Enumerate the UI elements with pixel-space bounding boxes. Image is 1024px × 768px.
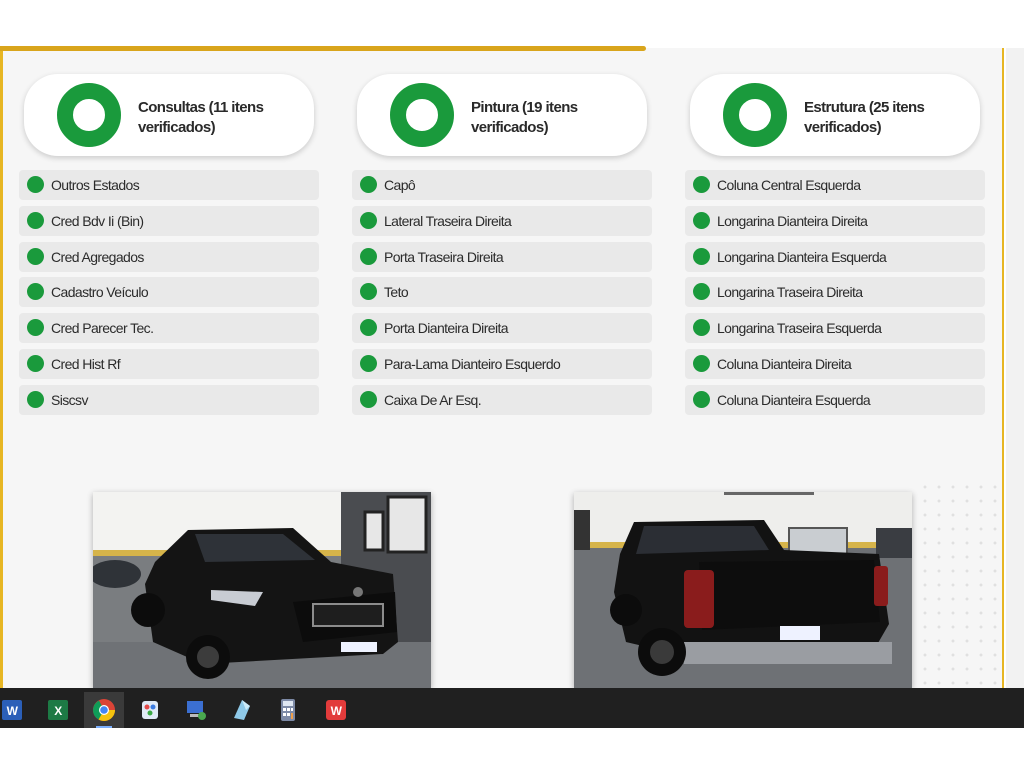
list-item: Longarina Dianteira Esquerda <box>685 241 985 272</box>
status-ok-dot <box>693 211 710 229</box>
section-header-card: Pintura (19 itens verificados) <box>357 74 647 156</box>
status-ok-dot <box>693 390 710 408</box>
excel-icon[interactable]: X <box>38 692 78 728</box>
word-icon[interactable]: W <box>0 692 32 728</box>
item-label: Teto <box>384 284 409 301</box>
item-label: Cadastro Veículo <box>51 284 149 301</box>
section-title: Consultas (11 itens verificados) <box>138 99 264 136</box>
item-label: Longarina Dianteira Direita <box>717 212 868 229</box>
wps-icon[interactable]: W <box>316 692 356 728</box>
item-label: Longarina Dianteira Esquerda <box>717 248 887 265</box>
list-item: Caixa De Ar Esq. <box>352 384 652 415</box>
status-ok-dot <box>27 247 44 265</box>
progress-donut <box>57 83 121 147</box>
progress-donut <box>723 83 787 147</box>
list-item: Coluna Dianteira Esquerda <box>685 384 985 415</box>
vehicle-photo-front[interactable] <box>93 492 431 688</box>
network-icon[interactable] <box>176 692 216 728</box>
status-ok-dot <box>693 283 710 301</box>
status-ok-dot <box>360 319 377 337</box>
list-item: Coluna Dianteira Direita <box>685 348 985 379</box>
status-ok-dot <box>360 176 377 193</box>
status-ok-dot <box>360 354 377 372</box>
item-label: Cred Parecer Tec. <box>51 320 154 337</box>
svg-text:X: X <box>54 704 62 718</box>
progress-donut <box>390 83 454 147</box>
status-ok-dot <box>27 211 44 229</box>
status-ok-dot <box>693 319 710 337</box>
item-label: Porta Traseira Direita <box>384 248 504 265</box>
item-label: Coluna Dianteira Esquerda <box>717 391 871 408</box>
snip-icon[interactable] <box>222 692 262 728</box>
list-item: Cred Agregados <box>19 241 319 272</box>
list-item: Cadastro Veículo <box>19 277 319 308</box>
status-ok-dot <box>693 176 710 193</box>
section-title: Pintura (19 itens verificados) <box>471 99 578 136</box>
list-item: Longarina Traseira Esquerda <box>685 313 985 344</box>
list-item: Lateral Traseira Direita <box>352 205 652 236</box>
bottom-band <box>0 728 1024 768</box>
vehicle-photo-rear[interactable] <box>574 492 912 688</box>
item-label: Longarina Traseira Direita <box>717 284 863 301</box>
status-ok-dot <box>693 354 710 372</box>
list-item: Coluna Central Esquerda <box>685 170 985 200</box>
item-label: Lateral Traseira Direita <box>384 212 512 229</box>
status-ok-dot <box>360 283 377 301</box>
status-ok-dot <box>27 176 44 193</box>
item-label: Siscsv <box>51 391 88 408</box>
status-ok-dot <box>27 390 44 408</box>
list-item: Cred Parecer Tec. <box>19 313 319 344</box>
item-label: Caixa De Ar Esq. <box>384 391 482 408</box>
section-title: Estrutura (25 itens verificados) <box>804 99 925 136</box>
list-item: Capô <box>352 170 652 200</box>
item-label: Cred Hist Rf <box>51 355 121 372</box>
windows-taskbar: W X W <box>0 688 1024 728</box>
top-band <box>0 0 1024 48</box>
status-ok-dot <box>360 211 377 229</box>
list-item: Longarina Traseira Direita <box>685 277 985 308</box>
list-item: Porta Traseira Direita <box>352 241 652 272</box>
list-item: Para-Lama Dianteiro Esquerdo <box>352 348 652 379</box>
item-label: Porta Dianteira Direita <box>384 320 509 337</box>
status-ok-dot <box>27 354 44 372</box>
item-label: Coluna Central Esquerda <box>717 177 861 193</box>
chrome-icon[interactable] <box>84 692 124 728</box>
list-item: Teto <box>352 277 652 308</box>
decorative-dot-pattern <box>918 480 1004 688</box>
item-label: Outros Estados <box>51 177 140 193</box>
list-item: Siscsv <box>19 384 319 415</box>
item-label: Para-Lama Dianteiro Esquerdo <box>384 355 561 372</box>
status-ok-dot <box>27 283 44 301</box>
status-ok-dot <box>693 247 710 265</box>
status-ok-dot <box>360 247 377 265</box>
status-ok-dot <box>27 319 44 337</box>
list-item: Porta Dianteira Direita <box>352 313 652 344</box>
item-label: Cred Bdv Ii (Bin) <box>51 212 144 229</box>
list-item: Cred Hist Rf <box>19 348 319 379</box>
status-ok-dot <box>360 390 377 408</box>
side-strip <box>1006 48 1024 688</box>
item-label: Capô <box>384 177 416 193</box>
report-top-accent-line <box>0 46 646 51</box>
section-header-card: Consultas (11 itens verificados) <box>24 74 314 156</box>
section-header-card: Estrutura (25 itens verificados) <box>690 74 980 156</box>
calculator-icon[interactable] <box>268 692 308 728</box>
list-item: Outros Estados <box>19 170 319 200</box>
svg-text:W: W <box>331 704 343 718</box>
item-label: Longarina Traseira Esquerda <box>717 320 882 337</box>
list-item: Longarina Dianteira Direita <box>685 205 985 236</box>
svg-text:W: W <box>7 704 19 718</box>
list-item: Cred Bdv Ii (Bin) <box>19 205 319 236</box>
paint-icon[interactable] <box>130 692 170 728</box>
item-label: Coluna Dianteira Direita <box>717 355 852 372</box>
item-label: Cred Agregados <box>51 248 144 265</box>
